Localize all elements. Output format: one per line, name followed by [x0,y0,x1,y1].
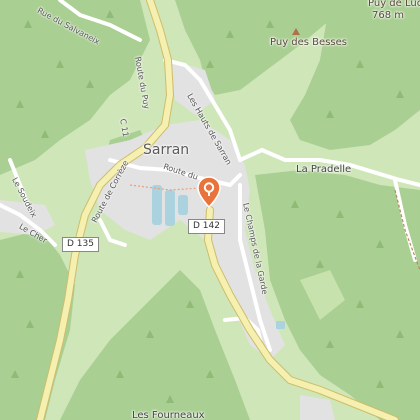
peak-puy-de-luc: Puy de Luc 768 m [368,0,420,22]
road-shield-d135: D 135 [62,237,99,252]
map-view[interactable]: Rue du Salvaneix Route du Puy C 11 Les H… [0,0,420,420]
map-canvas [0,0,420,420]
place-label-les-fourneaux: Les Fourneaux [132,410,205,420]
peak-puy-des-besses: Puy des Besses [270,28,347,49]
road-shield-d142: D 142 [188,219,225,234]
peak-icon [292,28,300,35]
peak-label: Puy de Luc [368,0,420,9]
peak-elevation: 768 m [371,10,404,21]
location-marker[interactable] [197,176,221,208]
peak-label: Puy des Besses [270,37,347,48]
map-pin-icon [197,176,221,208]
town-label: Sarran [143,142,190,158]
place-label-la-pradelle: La Pradelle [296,164,352,175]
